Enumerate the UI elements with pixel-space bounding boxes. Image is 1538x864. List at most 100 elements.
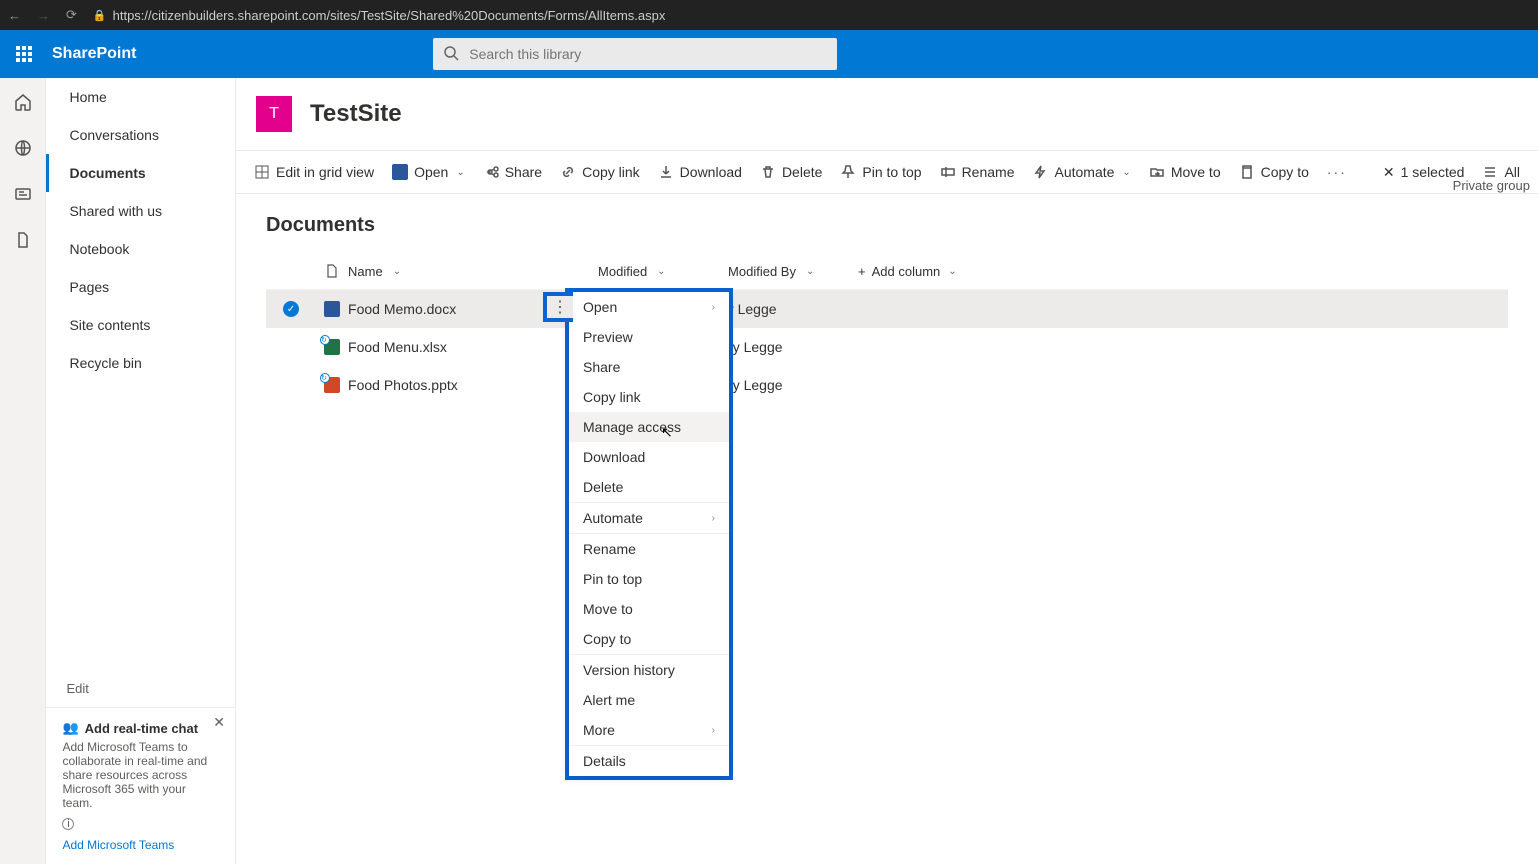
ctx-automate[interactable]: Automate›: [569, 503, 729, 533]
forward-icon[interactable]: →: [37, 8, 50, 23]
teams-promo-title: Add real-time chat: [85, 721, 198, 736]
sidebar-item-notebook[interactable]: Notebook: [46, 230, 235, 268]
file-name[interactable]: Food Photos.pptx: [348, 377, 458, 393]
column-headers: Name⌄ Modified⌄ Modified By⌄ +Add column…: [266, 255, 1508, 290]
app-rail: [0, 78, 46, 864]
chevron-right-icon: ›: [712, 725, 715, 736]
teams-promo: ✕ 👥 Add real-time chat Add Microsoft Team…: [46, 707, 235, 864]
share-button[interactable]: Share: [483, 164, 542, 180]
chevron-down-icon: ⌄: [657, 266, 665, 277]
globe-icon[interactable]: [13, 138, 33, 158]
selected-check-icon[interactable]: ✓: [283, 301, 299, 317]
ctx-copy-link[interactable]: Copy link: [569, 382, 729, 412]
sidebar-item-recycle-bin[interactable]: Recycle bin: [46, 344, 235, 382]
close-icon: ✕: [1383, 164, 1395, 181]
add-teams-link[interactable]: Add Microsoft Teams: [62, 838, 219, 852]
brand-label[interactable]: SharePoint: [48, 45, 136, 63]
copy-to-button[interactable]: Copy to: [1239, 164, 1309, 180]
sidebar-item-home[interactable]: Home: [46, 78, 235, 116]
browser-chrome: ← → ⟳ 🔒 https://citizenbuilders.sharepoi…: [0, 0, 1538, 30]
reload-icon[interactable]: ⟳: [66, 7, 77, 23]
modified-by[interactable]: ry Legge: [722, 301, 852, 317]
column-modified[interactable]: Modified⌄: [598, 264, 728, 279]
ctx-delete[interactable]: Delete: [569, 472, 729, 502]
modified-by[interactable]: ry Legge: [728, 339, 858, 355]
suite-bar: SharePoint: [0, 30, 1538, 78]
chevron-down-icon: ⌄: [806, 266, 814, 277]
site-privacy-label: Private group: [1453, 178, 1530, 193]
ctx-download[interactable]: Download: [569, 442, 729, 472]
ctx-preview[interactable]: Preview: [569, 322, 729, 352]
table-row[interactable]: ✓Food Memo.docx⇪⋮ry Legge: [266, 290, 1508, 328]
ctx-manage-access[interactable]: Manage access: [569, 412, 729, 442]
site-title[interactable]: TestSite: [310, 100, 402, 128]
sidebar-item-shared-with-us[interactable]: Shared with us: [46, 192, 235, 230]
close-icon[interactable]: ✕: [213, 714, 225, 731]
nav-edit-link[interactable]: Edit: [46, 670, 235, 707]
search-input[interactable]: [433, 38, 837, 70]
ctx-alert-me[interactable]: Alert me: [569, 685, 729, 715]
move-to-button[interactable]: Move to: [1149, 164, 1221, 180]
chevron-down-icon: ⌄: [1122, 167, 1130, 178]
modified-by[interactable]: ry Legge: [728, 377, 858, 393]
sidebar-item-documents[interactable]: Documents: [46, 154, 235, 192]
context-menu-highlight: ⋮ Open›PreviewShareCopy linkManage acces…: [565, 288, 733, 780]
rename-button[interactable]: Rename: [940, 164, 1015, 180]
excel-icon: ↻: [324, 339, 340, 355]
chevron-down-icon: ⌄: [948, 266, 956, 277]
add-column-button[interactable]: +Add column⌄: [858, 264, 957, 279]
files-icon[interactable]: [13, 230, 33, 250]
more-commands-button[interactable]: ···: [1327, 164, 1347, 180]
column-modified-by[interactable]: Modified By⌄: [728, 264, 858, 279]
search-icon: [443, 45, 459, 61]
teams-icon: 👥: [62, 720, 78, 736]
site-nav: HomeConversationsDocumentsShared with us…: [46, 78, 235, 670]
home-icon[interactable]: [13, 92, 33, 112]
sidebar-item-site-contents[interactable]: Site contents: [46, 306, 235, 344]
library-title: Documents: [266, 214, 1508, 237]
ctx-open[interactable]: Open›: [569, 292, 729, 322]
file-type-icon[interactable]: [324, 263, 340, 279]
edit-grid-button[interactable]: Edit in grid view: [254, 164, 374, 180]
ctx-move-to[interactable]: Move to: [569, 594, 729, 624]
address-url[interactable]: https://citizenbuilders.sharepoint.com/s…: [113, 8, 666, 23]
chevron-down-icon: ⌄: [393, 266, 401, 277]
ppt-icon: ↻: [324, 377, 340, 393]
ctx-details[interactable]: Details: [569, 746, 729, 776]
copy-link-button[interactable]: Copy link: [560, 164, 640, 180]
automate-button[interactable]: Automate⌄: [1032, 164, 1130, 180]
pin-button[interactable]: Pin to top: [840, 164, 921, 180]
ctx-more[interactable]: More›: [569, 715, 729, 745]
chevron-right-icon: ›: [712, 302, 715, 313]
site-sidebar: HomeConversationsDocumentsShared with us…: [46, 78, 236, 864]
command-bar: Edit in grid view Open⌄ Share Copy link …: [236, 150, 1538, 194]
chevron-down-icon: ⌄: [456, 167, 464, 178]
word-icon: [324, 301, 340, 317]
chevron-right-icon: ›: [712, 513, 715, 524]
ctx-rename[interactable]: Rename: [569, 534, 729, 564]
back-icon[interactable]: ←: [8, 8, 21, 23]
app-launcher-icon[interactable]: [0, 30, 48, 78]
ctx-pin-to-top[interactable]: Pin to top: [569, 564, 729, 594]
file-name[interactable]: Food Menu.xlsx: [348, 339, 447, 355]
ctx-version-history[interactable]: Version history: [569, 655, 729, 685]
file-name[interactable]: Food Memo.docx: [348, 301, 456, 317]
context-menu: Open›PreviewShareCopy linkManage accessD…: [569, 292, 729, 776]
download-button[interactable]: Download: [658, 164, 742, 180]
info-icon[interactable]: i: [62, 818, 74, 830]
news-icon[interactable]: [13, 184, 33, 204]
table-row[interactable]: ↻ Food Photos.pptx ry Legge: [266, 366, 1508, 404]
open-button[interactable]: Open⌄: [392, 164, 465, 180]
column-name[interactable]: Name⌄: [348, 264, 598, 279]
ctx-copy-to[interactable]: Copy to: [569, 624, 729, 654]
sidebar-item-pages[interactable]: Pages: [46, 268, 235, 306]
row-more-button[interactable]: ⋮: [543, 292, 573, 322]
delete-button[interactable]: Delete: [760, 164, 822, 180]
ctx-share[interactable]: Share: [569, 352, 729, 382]
main-content: T TestSite Private group Edit in grid vi…: [236, 78, 1538, 864]
site-logo[interactable]: T: [256, 96, 292, 132]
table-row[interactable]: ↻ Food Menu.xlsx ry Legge: [266, 328, 1508, 366]
sidebar-item-conversations[interactable]: Conversations: [46, 116, 235, 154]
word-icon: [392, 164, 408, 180]
teams-promo-body: Add Microsoft Teams to collaborate in re…: [62, 740, 219, 810]
